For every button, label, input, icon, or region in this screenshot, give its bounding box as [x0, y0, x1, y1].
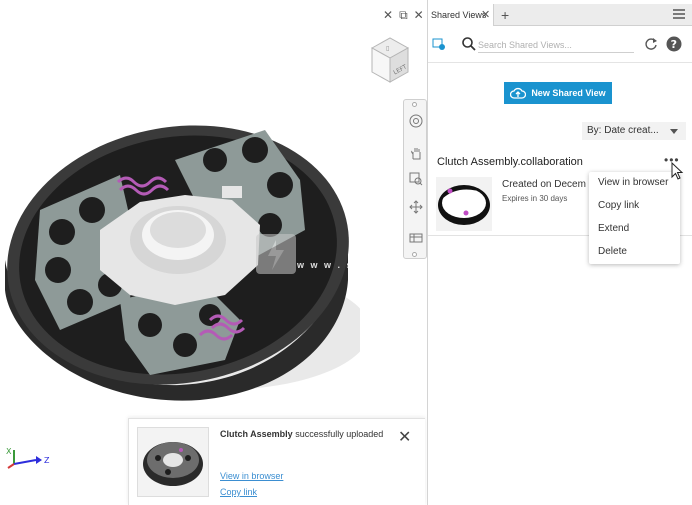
close-icon-2[interactable]: ✕ [414, 8, 424, 22]
view-cube[interactable]: LEFT ▯ [366, 34, 412, 86]
navbar-top-dot [412, 102, 417, 107]
axis-triad: X Z [6, 447, 50, 469]
help-icon[interactable]: ? [666, 36, 682, 52]
notification-title: Clutch Assembly [220, 429, 293, 439]
shared-view-title: Clutch Assembly.collaboration [437, 156, 583, 168]
steering-wheel-icon[interactable] [407, 112, 425, 130]
shared-view-created: Created on Decem [502, 179, 586, 190]
notification-text: successfully uploaded [295, 429, 384, 439]
menu-item-view-in-browser[interactable]: View in browser [598, 177, 668, 188]
shared-view-settings-icon[interactable] [432, 37, 446, 51]
hamburger-menu-icon[interactable] [673, 9, 685, 19]
tab-label: Shared Views [431, 10, 487, 20]
close-icon[interactable]: ✕ [398, 427, 411, 447]
new-shared-view-button[interactable]: New Shared View [504, 82, 612, 104]
orbit-icon[interactable] [407, 198, 425, 216]
refresh-icon[interactable] [644, 37, 658, 51]
menu-item-extend[interactable]: Extend [598, 223, 629, 234]
shared-view-context-menu: View in browser Copy link Extend Delete [589, 172, 680, 264]
new-shared-view-label: New Shared View [531, 88, 606, 98]
svg-text:▯: ▯ [386, 45, 389, 52]
menu-item-delete[interactable]: Delete [598, 246, 627, 257]
upload-notification: Clutch Assembly successfully uploaded ✕ … [128, 418, 425, 505]
close-tab-icon[interactable]: ✕ [481, 4, 490, 26]
window-split-icon[interactable]: ⧉ [399, 8, 408, 22]
search-input[interactable] [478, 37, 634, 53]
svg-text:Z: Z [44, 456, 50, 465]
sort-label: By: Date creat... [587, 125, 659, 136]
tab-bar: Shared Views ✕ + [428, 4, 692, 26]
shared-view-expires: Expires in 30 days [502, 194, 568, 203]
view-in-browser-link[interactable]: View in browser [220, 471, 283, 481]
navigation-bar [403, 99, 427, 259]
chevron-down-icon [670, 129, 678, 134]
tab-shared-views[interactable]: Shared Views ✕ [428, 4, 494, 26]
watermark-text: w w w . s d [297, 260, 366, 270]
search-row: ? [428, 27, 692, 63]
zoom-window-icon[interactable] [407, 170, 425, 188]
close-icon[interactable]: ✕ [383, 8, 393, 22]
pan-icon[interactable] [407, 144, 425, 162]
mouse-cursor-icon [671, 162, 684, 180]
copy-link-link[interactable]: Copy link [220, 487, 257, 497]
3d-viewport[interactable]: LEFT ▯ ✕ ⧉ ✕ X Z Clutch Assembly success… [0, 0, 427, 505]
menu-item-copy-link[interactable]: Copy link [598, 200, 639, 211]
svg-text:X: X [6, 447, 12, 456]
notification-thumbnail [137, 427, 209, 497]
cloud-upload-icon [510, 87, 527, 99]
svg-text:?: ? [671, 38, 677, 51]
viewport-window-controls: ✕ ⧉ ✕ [383, 8, 424, 22]
look-at-icon[interactable] [407, 228, 425, 246]
notification-message: Clutch Assembly successfully uploaded [220, 429, 383, 439]
navbar-bottom-dot [412, 252, 417, 257]
shared-view-thumbnail [436, 177, 492, 231]
watermark-logo [256, 234, 296, 274]
sort-dropdown[interactable]: By: Date creat... [582, 122, 686, 140]
add-tab-icon[interactable]: + [501, 7, 509, 23]
search-icon [462, 37, 476, 51]
